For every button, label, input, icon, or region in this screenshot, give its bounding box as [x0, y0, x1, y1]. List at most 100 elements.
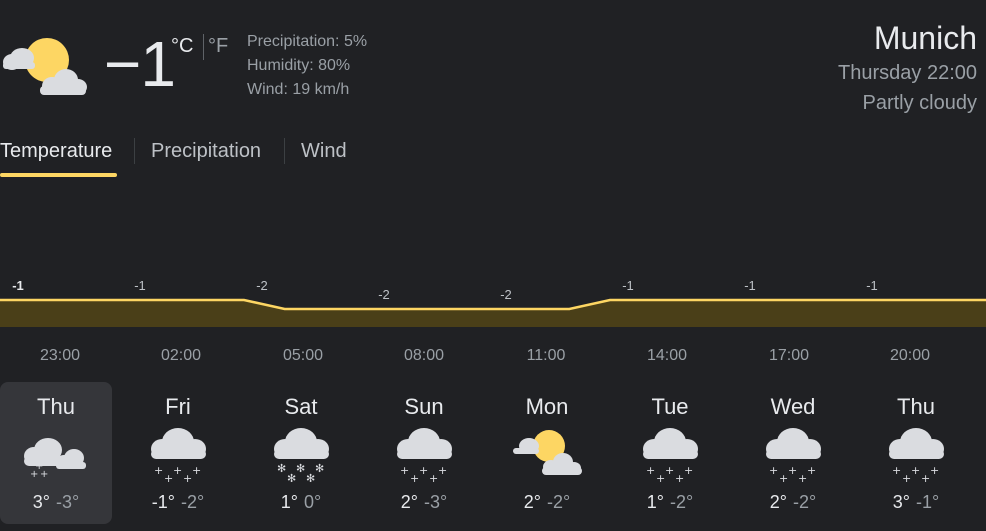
svg-text:+: + — [902, 472, 911, 482]
day-name: Mon — [525, 394, 569, 419]
day-high: 3° — [32, 492, 50, 512]
heavy-snow-icon: ✻ ✻ ✻✻ ✻ — [274, 428, 329, 482]
svg-text:+: + — [684, 464, 693, 477]
day-low: -3° — [424, 492, 448, 512]
svg-text:+: + — [930, 464, 939, 477]
day-high: -1° — [151, 492, 175, 512]
svg-text:✻: ✻ — [287, 472, 296, 482]
snow-icon: + + ++ + — [766, 428, 821, 482]
wind-detail: Wind: 19 km/h — [247, 81, 350, 98]
snow-icon: + + ++ + — [151, 428, 206, 482]
svg-text:+: + — [779, 472, 788, 482]
active-tab-indicator — [0, 173, 117, 177]
svg-text:+: + — [911, 464, 920, 477]
day-low: 0° — [304, 492, 322, 512]
location-city: Munich — [873, 20, 977, 56]
svg-text:+: + — [419, 464, 428, 477]
svg-text:+: + — [429, 472, 438, 482]
day-temperatures: 1° 0° — [245, 492, 357, 513]
day-high: 2° — [400, 492, 418, 512]
day-low: -2° — [793, 492, 817, 512]
day-forecast-wed[interactable]: Wed + + + + + 2° -2° — [737, 382, 849, 524]
location-day-time: Thursday 22:00 — [838, 62, 977, 84]
day-low: -2° — [181, 492, 205, 512]
svg-text:✻: ✻ — [277, 462, 286, 475]
day-temperatures: 2° -2° — [737, 492, 849, 513]
day-name: Sat — [284, 394, 318, 419]
tab-precipitation[interactable]: Precipitation — [151, 140, 261, 163]
hour-tick: 20:00 — [889, 347, 931, 364]
day-low: -1° — [916, 492, 940, 512]
temperature-point-label: -1 — [744, 278, 756, 293]
svg-text:+: + — [807, 464, 816, 477]
day-high: 2° — [769, 492, 787, 512]
day-forecast-mon[interactable]: Mon 2° -2° — [491, 382, 603, 524]
day-forecast-thu-next[interactable]: Thu + + + + + 3° -1° — [860, 382, 972, 524]
tab-divider — [284, 138, 285, 164]
svg-text:+: + — [410, 472, 419, 482]
svg-text:+: + — [154, 464, 163, 477]
day-forecast-sun[interactable]: Sun + + + + + 2° -3° — [368, 382, 480, 524]
svg-text:+: + — [173, 464, 182, 477]
snow-icon: + + ++ + — [889, 428, 944, 482]
day-name: Sun — [404, 394, 444, 419]
day-forecast-fri[interactable]: Fri + + + + + -1° -2° — [122, 382, 234, 524]
svg-text:+: + — [656, 472, 665, 482]
day-forecast-sat[interactable]: Sat ✻ ✻ ✻ ✻ ✻ 1° 0° — [245, 382, 357, 524]
temperature-point-label: -2 — [500, 287, 512, 302]
svg-text:+: + — [892, 464, 901, 477]
hour-tick: 08:00 — [403, 347, 445, 364]
day-low: -2° — [670, 492, 694, 512]
day-low: -2° — [547, 492, 571, 512]
day-temperatures: 2° -3° — [368, 492, 480, 513]
temperature-point-label: -2 — [378, 287, 390, 302]
hour-tick: 05:00 — [282, 347, 324, 364]
current-temperature: −1 — [104, 28, 176, 100]
tab-temperature[interactable]: Temperature — [0, 140, 112, 163]
hour-tick: 17:00 — [768, 347, 810, 364]
unit-divider — [203, 34, 204, 60]
snow-icon: + + ++ + — [397, 428, 452, 482]
day-name: Tue — [651, 394, 689, 419]
temperature-point-label: -2 — [256, 278, 268, 293]
day-temperatures: 3° -3° — [0, 492, 112, 513]
day-temperatures: -1° -2° — [122, 492, 234, 513]
temperature-chart: -1 -1 -2 -2 -2 -1 -1 -1 — [0, 278, 986, 327]
svg-text:+: + — [192, 464, 201, 477]
day-temperatures: 3° -1° — [860, 492, 972, 513]
day-temperatures: 2° -2° — [491, 492, 603, 513]
svg-text:+: + — [798, 472, 807, 482]
svg-text:+: + — [646, 464, 655, 477]
humidity-detail: Humidity: 80% — [247, 57, 351, 74]
svg-text:+: + — [921, 472, 930, 482]
precipitation-detail: Precipitation: 5% — [247, 33, 368, 50]
day-name: Thu — [897, 394, 935, 419]
unit-celsius-toggle[interactable]: °C — [171, 35, 193, 58]
temperature-point-label: -1 — [12, 278, 24, 293]
day-forecast-thu[interactable]: Thu + + + 3° -3° — [0, 382, 112, 524]
svg-text:+: + — [769, 464, 778, 477]
snow-partly-cloudy-icon: + ++ — [24, 438, 86, 480]
day-high: 1° — [646, 492, 664, 512]
hour-tick: 02:00 — [160, 347, 202, 364]
partly-cloudy-icon — [513, 430, 582, 475]
unit-fahrenheit-toggle[interactable]: °F — [208, 35, 228, 58]
hour-tick: 14:00 — [646, 347, 688, 364]
tab-divider — [134, 138, 135, 164]
tab-wind[interactable]: Wind — [301, 140, 347, 163]
svg-text:+: + — [35, 461, 43, 472]
day-name: Wed — [770, 394, 816, 419]
svg-text:+: + — [675, 472, 684, 482]
day-temperatures: 1° -2° — [614, 492, 726, 513]
temperature-point-label: -1 — [866, 278, 878, 293]
temperature-area — [0, 300, 986, 327]
svg-text:+: + — [665, 464, 674, 477]
temperature-point-label: -1 — [134, 278, 146, 293]
svg-text:+: + — [183, 472, 192, 482]
day-name: Fri — [165, 394, 191, 419]
svg-text:+: + — [438, 464, 447, 477]
svg-text:✻: ✻ — [315, 462, 324, 475]
day-name: Thu — [37, 394, 75, 419]
svg-text:+: + — [400, 464, 409, 477]
day-forecast-tue[interactable]: Tue + + + + + 1° -2° — [614, 382, 726, 524]
